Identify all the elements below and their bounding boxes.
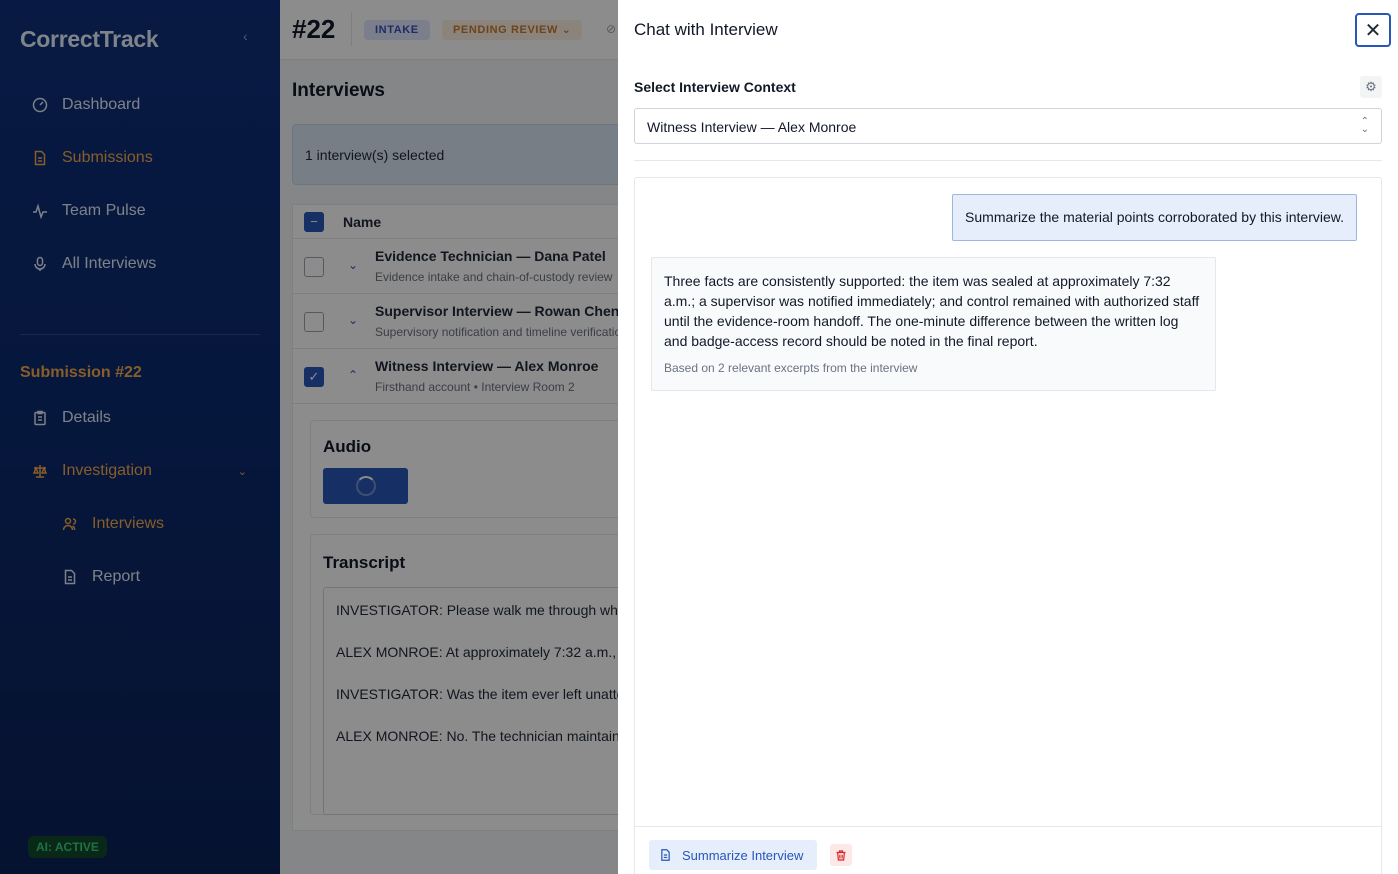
assistant-message-text: Three facts are consistently supported: … [664,273,1200,349]
drawer-title: Chat with Interview [634,20,778,39]
settings-button[interactable]: ⚙ [1360,76,1382,98]
close-icon: ✕ [1364,19,1382,42]
chevron-updown-icon: ⌃ ⌄ [1360,116,1369,135]
user-message: Summarize the material points corroborat… [952,194,1357,241]
summarize-label: Summarize Interview [682,847,804,863]
chat-drawer: Chat with Interview ✕ Select Interview C… [618,0,1398,874]
summarize-interview-button[interactable]: Summarize Interview [649,840,818,870]
chat-history[interactable]: Summarize the material points corroborat… [634,177,1382,827]
assistant-message: Three facts are consistently supported: … [651,257,1216,391]
divider [634,160,1382,161]
trash-icon [836,849,846,861]
document-icon [661,849,670,861]
clear-chat-button[interactable] [830,844,852,866]
context-label: Select Interview Context [634,79,796,95]
close-button[interactable]: ✕ [1355,13,1391,47]
chat-footer: Summarize Interview [634,826,1382,874]
gear-icon: ⚙ [1365,79,1377,94]
interview-context-select[interactable]: Witness Interview — Alex Monroe ⌃ ⌄ [634,108,1382,144]
select-value: Witness Interview — Alex Monroe [647,119,857,135]
assistant-message-source: Based on 2 relevant excerpts from the in… [664,361,918,375]
